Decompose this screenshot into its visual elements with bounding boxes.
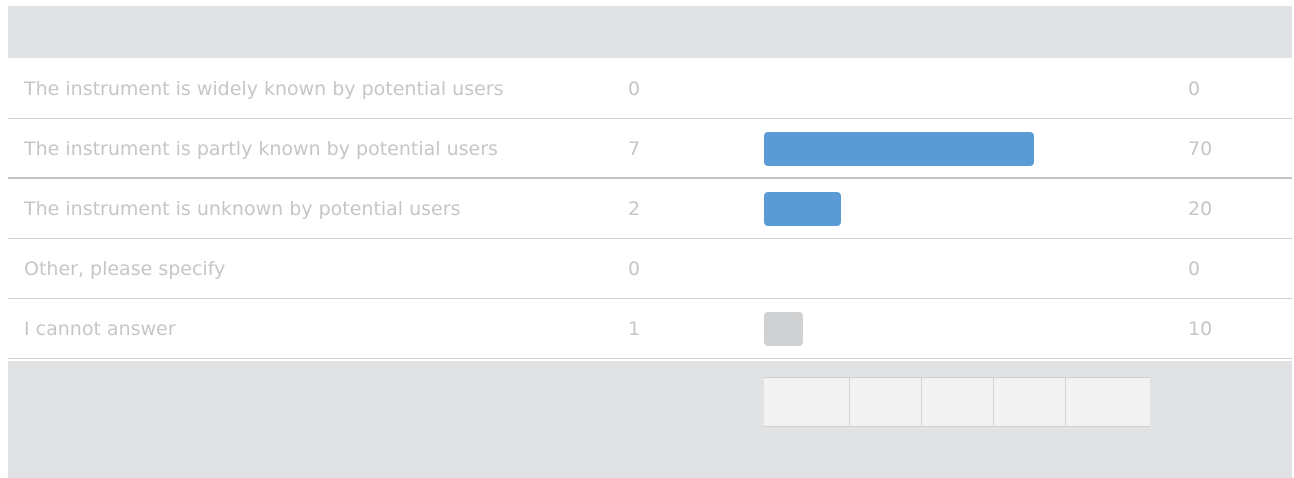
table-footer-band [8,361,1292,478]
answer-percent: 10 [1188,318,1213,340]
table-row: Other, please specify 0 0 [8,239,1292,299]
answer-count: 2 [628,198,641,220]
table-row: The instrument is unknown by potential u… [8,179,1292,239]
answer-percent: 70 [1188,138,1213,160]
percentage-bar [764,312,803,346]
table-row: I cannot answer 1 10 [8,299,1292,359]
answer-count: 0 [628,258,641,280]
answer-percent: 20 [1188,198,1213,220]
table-header-band [8,6,1292,58]
answer-label: The instrument is unknown by potential u… [24,198,461,220]
answer-count: 7 [628,138,641,160]
answer-label: The instrument is partly known by potent… [24,138,498,160]
answer-count: 0 [628,78,641,100]
table-row: The instrument is partly known by potent… [8,119,1292,179]
answer-label: The instrument is widely known by potent… [24,78,504,100]
answer-count: 1 [628,318,641,340]
axis-gridline [849,378,850,426]
axis-gridline [921,378,922,426]
answer-label: I cannot answer [24,318,176,340]
axis-gridline [993,378,994,426]
answer-percent: 0 [1188,78,1201,100]
table-row: The instrument is widely known by potent… [8,59,1292,119]
percentage-axis-scale [764,377,1150,427]
answer-label: Other, please specify [24,258,226,280]
row-divider [8,358,1292,359]
axis-gridline [1065,378,1066,426]
percentage-bar [764,192,841,226]
percentage-bar [764,132,1034,166]
answer-percent: 0 [1188,258,1201,280]
